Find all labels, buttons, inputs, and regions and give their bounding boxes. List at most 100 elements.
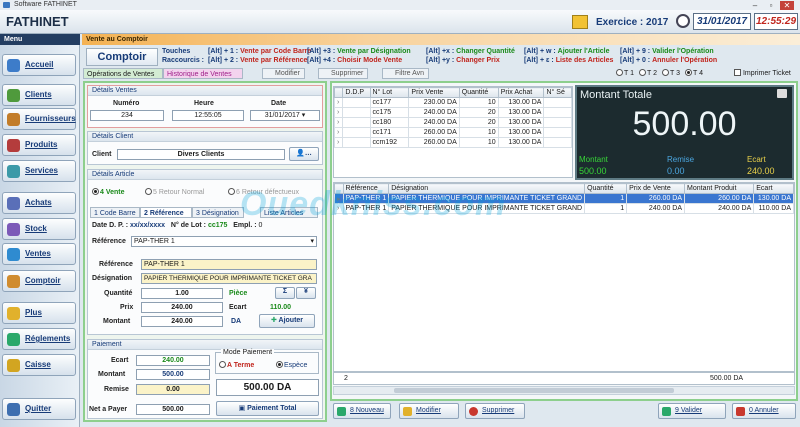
maximize-button[interactable]: ▫ bbox=[764, 1, 778, 10]
menu-item-comptoir[interactable]: Comptoir bbox=[2, 270, 76, 292]
lots-table-header[interactable]: Quantité bbox=[458, 87, 499, 98]
table-row[interactable]: › cc180 240.00 DA 20 130.00 DA bbox=[334, 117, 572, 128]
menu-item-accueil[interactable]: Accueil bbox=[2, 54, 76, 76]
menu-item-stock[interactable]: Stock bbox=[2, 218, 76, 240]
menu-item-ventes[interactable]: Ventes bbox=[2, 243, 76, 265]
reference-select[interactable]: PAP-THER 1 ▾ bbox=[131, 236, 317, 247]
table-cell: 260.00 DA bbox=[626, 193, 686, 204]
lots-table-header[interactable]: Prix Vente bbox=[408, 87, 460, 98]
ticket-option-4[interactable]: T 4 bbox=[685, 69, 703, 77]
close-button[interactable]: ✕ bbox=[780, 1, 794, 10]
shortcut-col2-1: [Alt] +4 : Choisir Mode Vente bbox=[307, 57, 403, 64]
menu-item-fournisseurs[interactable]: Fournisseurs bbox=[2, 108, 76, 130]
valider-button[interactable]: 9 Valider bbox=[658, 403, 726, 419]
montant-pay-field[interactable]: 500.00 bbox=[136, 369, 210, 380]
subtab-code-barre[interactable]: 1 Code Barre bbox=[90, 207, 140, 218]
annuler-button[interactable]: 0 Annuler bbox=[732, 403, 796, 419]
net-payer-field[interactable]: 500.00 bbox=[136, 404, 210, 415]
lots-table-header[interactable]: D.D.P bbox=[342, 87, 371, 98]
tab-operations-ventes[interactable]: Opérations de Ventes bbox=[83, 68, 163, 79]
designation-field[interactable]: PAPIER THERMIQUE POUR IMPRIMANTE TICKET … bbox=[141, 273, 317, 284]
menu-item-caisse[interactable]: Caisse bbox=[2, 354, 76, 376]
ticket-option-3[interactable]: T 3 bbox=[662, 69, 680, 77]
reference-field[interactable]: PAP-THER 1 bbox=[141, 259, 317, 270]
heure-field[interactable]: 12:55:05 bbox=[172, 110, 244, 121]
devise-label: DA bbox=[231, 318, 242, 325]
nouveau-button[interactable]: 8 Nouveau bbox=[333, 403, 391, 419]
tab-historique-ventes[interactable]: Historique de Ventes bbox=[163, 68, 243, 79]
table-row[interactable]: › cc171 260.00 DA 10 130.00 DA bbox=[334, 127, 572, 138]
toolbar-filtre-button[interactable]: Filtre Avn bbox=[382, 68, 430, 79]
header-time: 12:55:29 bbox=[754, 13, 798, 30]
client-search-button[interactable]: 👤… bbox=[289, 147, 319, 161]
ecart-pay-field[interactable]: 240.00 bbox=[136, 355, 210, 366]
shortcut-col1-1: [Alt] + 2 : Vente par Référence bbox=[208, 57, 308, 64]
shortcut-col3-0: [Alt] +x : Changer Quantité bbox=[426, 48, 515, 55]
toolbar-supprimer-button[interactable]: Supprimer bbox=[318, 68, 369, 79]
lines-table-header[interactable]: Prix de Vente bbox=[626, 183, 686, 194]
lines-table-header[interactable]: Quantité bbox=[584, 183, 628, 194]
table-cell bbox=[543, 107, 572, 118]
numero-field[interactable]: 234 bbox=[90, 110, 164, 121]
modifier-button[interactable]: Modifier bbox=[399, 403, 459, 419]
exit-icon bbox=[7, 403, 20, 416]
prix-field[interactable]: 240.00 bbox=[141, 302, 223, 313]
table-cell: 10 bbox=[458, 97, 499, 108]
change-price-button[interactable]: ¥ bbox=[296, 287, 316, 299]
supprimer-button[interactable]: Supprimer bbox=[465, 403, 525, 419]
table-cell: 240.00 DA bbox=[626, 203, 686, 214]
remise-field[interactable]: 0.00 bbox=[136, 384, 210, 395]
change-quantity-button[interactable]: Σ bbox=[275, 287, 295, 299]
mode-espece-radio[interactable]: Espèce bbox=[276, 361, 307, 369]
menu-item-quitter[interactable]: Quitter bbox=[2, 398, 76, 420]
subtab-reference[interactable]: 2 Référence bbox=[140, 207, 192, 218]
horizontal-scrollbar[interactable] bbox=[333, 386, 795, 395]
add-icon: ✚ bbox=[270, 317, 277, 324]
unite-label: Pièce bbox=[229, 290, 248, 297]
table-row[interactable]: › cc175 240.00 DA 20 130.00 DA bbox=[334, 107, 572, 118]
header-date: 31/01/2017 bbox=[693, 13, 751, 30]
lots-table-header[interactable]: N° Lot bbox=[369, 87, 410, 98]
table-cell: 20 bbox=[458, 107, 499, 118]
delete-icon bbox=[469, 407, 478, 416]
clients-icon bbox=[7, 89, 20, 102]
client-field[interactable]: Divers Clients bbox=[117, 149, 285, 160]
table-cell bbox=[342, 127, 371, 138]
ajouter-button[interactable]: ✚ Ajouter bbox=[259, 314, 315, 328]
table-row[interactable]: › cc177 230.00 DA 10 130.00 DA bbox=[334, 97, 572, 108]
cash-register-icon: ▣ bbox=[238, 405, 246, 412]
scrollbar-thumb[interactable] bbox=[394, 388, 674, 393]
details-ventes-title: Détails Ventes bbox=[88, 86, 322, 96]
menu-item-produits[interactable]: Produits bbox=[2, 134, 76, 156]
quantite-field[interactable]: 1.00 bbox=[141, 288, 223, 299]
mode-vente-radio[interactable]: 4 Vente bbox=[92, 188, 125, 196]
mode-retour-normal-radio[interactable]: 5 Retour Normal bbox=[145, 188, 204, 196]
menu-item-reglements[interactable]: Réglements bbox=[2, 328, 76, 350]
ticket-option-2[interactable]: T 2 bbox=[639, 69, 657, 77]
montant-totale-display: Montant Totale 500.00 Montant 500.00 Rem… bbox=[575, 85, 794, 180]
mode-terme-radio[interactable]: A Terme bbox=[219, 361, 254, 369]
menu-item-plus[interactable]: Plus bbox=[2, 302, 76, 324]
menu-item-achats[interactable]: Achats bbox=[2, 192, 76, 214]
paiement-total-button[interactable]: ▣ Paiement Total bbox=[216, 401, 319, 416]
subtab-designation[interactable]: 3 Désignation bbox=[192, 207, 244, 218]
date-field[interactable]: 31/01/2017 ▾ bbox=[250, 110, 320, 121]
menu-item-services[interactable]: Services bbox=[2, 160, 76, 182]
lines-table-footer: 2 500.00 DA bbox=[333, 372, 795, 385]
lines-table-header[interactable]: Ecart bbox=[753, 183, 794, 194]
lots-table-header[interactable]: Prix Achat bbox=[497, 87, 545, 98]
shortcut-touches: Touches bbox=[162, 48, 191, 55]
mt-montant-value: 500.00 bbox=[579, 166, 607, 176]
mt-ecart-label: Ecart bbox=[747, 155, 766, 164]
print-icon[interactable] bbox=[777, 89, 787, 98]
minimize-button[interactable]: – bbox=[748, 1, 762, 10]
paiement-title: Paiement bbox=[88, 340, 322, 350]
lines-table-header[interactable]: Montant Produit bbox=[684, 183, 755, 194]
ticket-option-1[interactable]: T 1 bbox=[616, 69, 634, 77]
montant-article-field[interactable]: 240.00 bbox=[141, 316, 223, 327]
toolbar-modifier-button[interactable]: Modifier bbox=[262, 68, 305, 79]
menu-item-clients[interactable]: Clients bbox=[2, 84, 76, 106]
table-row[interactable]: › ccm192 260.00 DA 10 130.00 DA bbox=[334, 137, 572, 148]
imprimer-ticket-checkbox[interactable]: Imprimer Ticket bbox=[734, 69, 791, 77]
lots-table-header[interactable]: N° Sé bbox=[543, 87, 572, 98]
